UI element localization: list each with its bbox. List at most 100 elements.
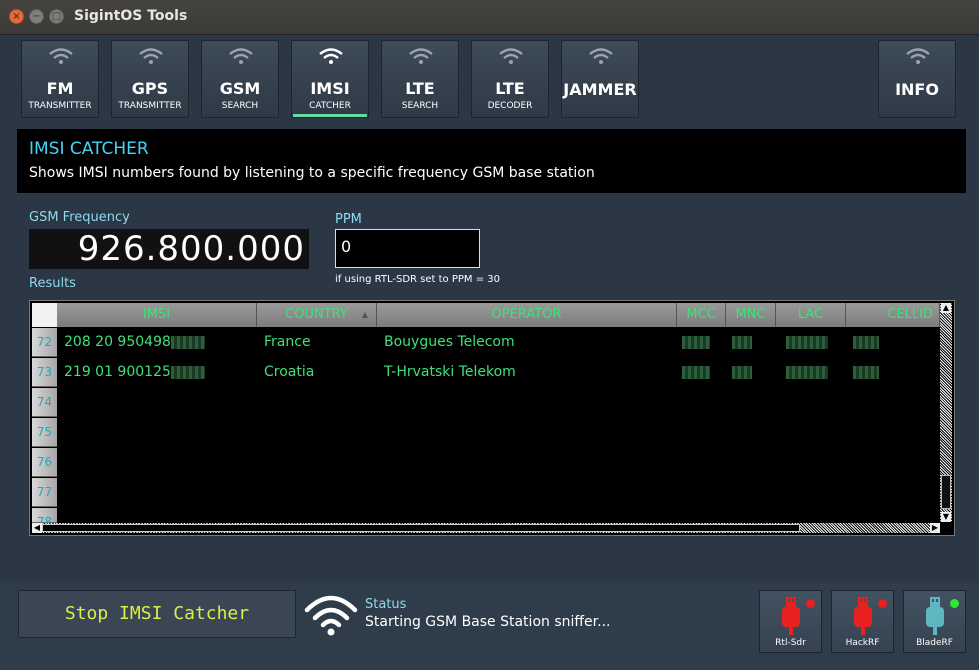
redacted-block [786, 365, 828, 379]
row-header[interactable]: 78 [32, 508, 57, 529]
cell-mnc[interactable] [732, 332, 752, 352]
cell-lac[interactable] [786, 362, 828, 382]
info-button[interactable]: INFO [878, 40, 956, 118]
cell-cellid[interactable] [853, 362, 879, 382]
column-header-operator[interactable]: OPERATOR [377, 303, 677, 327]
jammer-label: JAMMER [563, 80, 637, 99]
imsi-catcher-button[interactable]: IMSI CATCHER [291, 40, 369, 118]
column-header-mcc[interactable]: MCC [677, 303, 726, 327]
redacted-block [732, 335, 752, 349]
row-header[interactable]: 75 [32, 418, 57, 447]
column-header-country-label: COUNTRY [285, 307, 348, 322]
gsm-search-button[interactable]: GSM SEARCH [201, 40, 279, 118]
fm-transmitter-sublabel: TRANSMITTER [28, 101, 92, 111]
column-header-mnc[interactable]: MNC [726, 303, 776, 327]
redacted-block [170, 365, 205, 379]
cell-imsi[interactable]: 219 01 900125 [64, 362, 205, 382]
wifi-icon [589, 48, 613, 64]
sort-ascending-icon: ▲ [361, 310, 368, 319]
window-maximize-button[interactable]: □ [49, 9, 64, 24]
vertical-scrollbar[interactable] [940, 303, 952, 521]
window-title: SigintOS Tools [74, 8, 188, 24]
gsm-frequency-display[interactable]: 926.800.000 [29, 229, 309, 269]
lte-decoder-button[interactable]: LTE DECODER [471, 40, 549, 118]
status-indicator-red [806, 599, 815, 608]
column-header-cellid[interactable]: CELLID [846, 303, 940, 327]
horizontal-scrollbar-thumb[interactable] [42, 524, 800, 532]
row-header[interactable]: 77 [32, 478, 57, 507]
row-header[interactable]: 76 [32, 448, 57, 477]
column-header-lac[interactable]: LAC [776, 303, 846, 327]
jammer-button[interactable]: JAMMER [561, 40, 639, 118]
scroll-down-arrow-icon[interactable]: ▼ [941, 512, 951, 522]
cell-lac[interactable] [786, 332, 828, 352]
column-header-imsi[interactable]: IMSI [57, 303, 257, 327]
redacted-block [682, 335, 710, 349]
cell-operator[interactable]: Bouygues Telecom [384, 332, 515, 352]
window-close-button[interactable]: × [9, 9, 24, 24]
scroll-up-arrow-icon[interactable]: ▲ [941, 303, 951, 313]
usb-red-icon [782, 597, 800, 635]
cell-cellid[interactable] [853, 332, 879, 352]
cell-country[interactable]: France [264, 332, 311, 352]
lte-decoder-sublabel: DECODER [487, 101, 533, 111]
redacted-block [786, 335, 828, 349]
redacted-block [853, 335, 879, 349]
wifi-icon [229, 48, 253, 64]
device-name: HackRF [845, 638, 880, 648]
gps-transmitter-sublabel: TRANSMITTER [118, 101, 182, 111]
gps-transmitter-label: GPS [131, 79, 169, 98]
stop-imsi-catcher-button[interactable]: Stop IMSI Catcher [18, 590, 296, 638]
wifi-signal-icon [304, 595, 358, 636]
horizontal-scrollbar[interactable] [32, 523, 940, 533]
wifi-icon [499, 48, 523, 64]
wifi-icon [409, 48, 433, 64]
redacted-block [853, 365, 879, 379]
lte-search-sublabel: SEARCH [401, 101, 439, 111]
ppm-hint: if using RTL-SDR set to PPM = 30 [335, 274, 501, 285]
gps-transmitter-button[interactable]: GPS TRANSMITTER [111, 40, 189, 118]
cell-imsi[interactable]: 208 20 950498 [64, 332, 205, 352]
info-label: INFO [895, 80, 939, 99]
scroll-right-arrow-icon[interactable]: ▶ [930, 523, 940, 533]
cell-mcc[interactable] [682, 332, 710, 352]
cell-operator[interactable]: T-Hrvatski Telekom [384, 362, 516, 382]
usb-red-icon [854, 597, 872, 635]
fm-transmitter-button[interactable]: FM TRANSMITTER [21, 40, 99, 118]
active-tab-indicator [293, 114, 367, 117]
gsm-search-sublabel: SEARCH [221, 101, 259, 111]
row-header[interactable]: 74 [32, 388, 57, 417]
row-header[interactable]: 73 [32, 358, 57, 387]
fm-transmitter-label: FM [46, 79, 74, 98]
status-label: Status [365, 597, 407, 612]
redacted-block [682, 365, 710, 379]
status-indicator-red [878, 599, 887, 608]
device-rtl-sdr[interactable]: Rtl-Sdr [759, 590, 822, 653]
lte-search-label: LTE [405, 79, 435, 98]
cell-country[interactable]: Croatia [264, 362, 314, 382]
row-header[interactable]: 72 [32, 328, 57, 357]
imsi-catcher-sublabel: CATCHER [309, 101, 351, 111]
scroll-left-arrow-icon[interactable]: ◀ [32, 523, 42, 533]
device-bladerf[interactable]: BladeRF [903, 590, 966, 653]
results-table[interactable]: IMSI COUNTRY ▲ OPERATOR MCC MNC LAC CELL… [29, 300, 955, 536]
cell-mnc[interactable] [732, 362, 752, 382]
gsm-frequency-label: GSM Frequency [29, 210, 130, 225]
device-hackrf[interactable]: HackRF [831, 590, 894, 653]
status-text: Starting GSM Base Station sniffer... [365, 614, 611, 630]
module-header: IMSI CATCHER Shows IMSI numbers found by… [17, 129, 966, 193]
window-minimize-button[interactable]: − [29, 9, 44, 24]
ppm-input[interactable]: 0 [335, 229, 480, 268]
column-header-country[interactable]: COUNTRY ▲ [257, 303, 377, 327]
redacted-block [170, 335, 205, 349]
lte-search-button[interactable]: LTE SEARCH [381, 40, 459, 118]
gsm-frequency-value: 926.800.000 [77, 229, 305, 269]
module-description: Shows IMSI numbers found by listening to… [29, 165, 595, 181]
vertical-scrollbar-thumb[interactable] [941, 475, 951, 509]
usb-teal-icon [926, 597, 944, 635]
wifi-icon [139, 48, 163, 64]
device-name: BladeRF [916, 638, 953, 648]
ppm-label: PPM [335, 212, 362, 227]
wifi-icon [319, 48, 343, 64]
cell-mcc[interactable] [682, 362, 710, 382]
